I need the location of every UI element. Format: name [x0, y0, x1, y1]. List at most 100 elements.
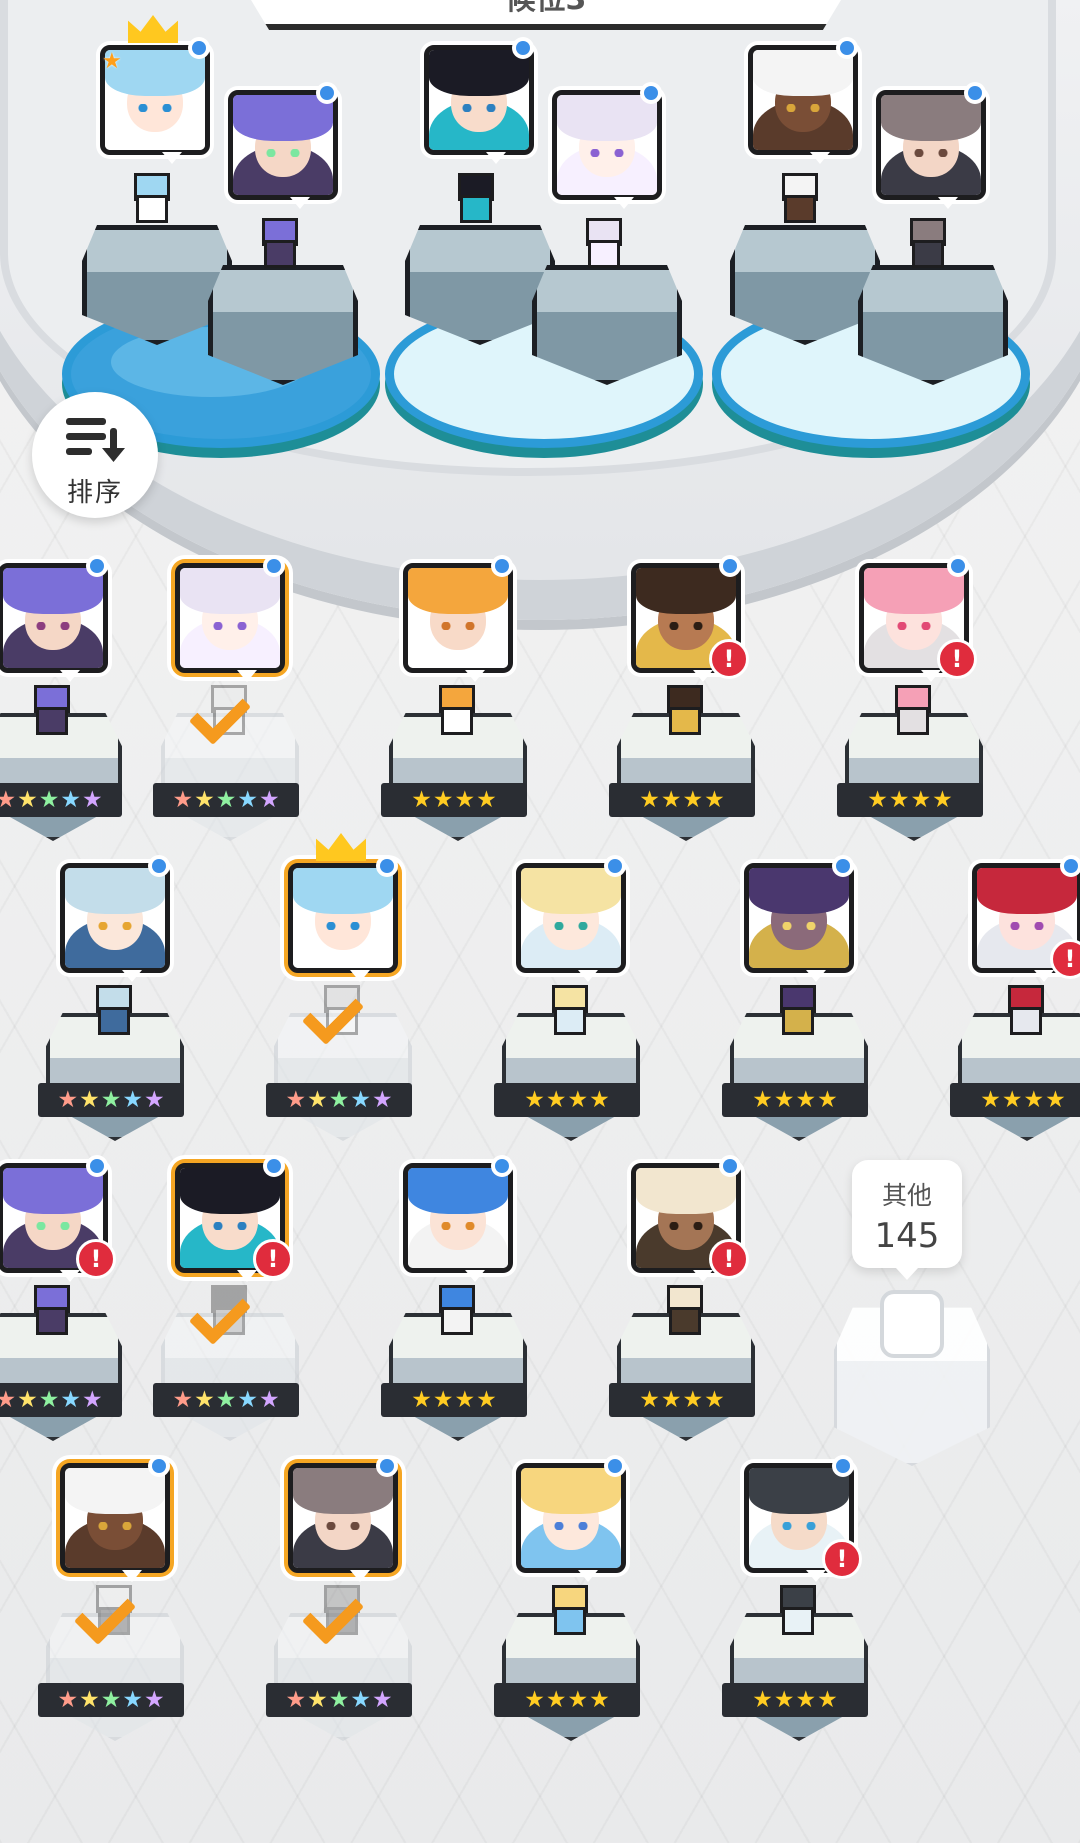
- hero-sprite: [772, 1585, 818, 1635]
- formation-hero-black-hair[interactable]: [424, 37, 564, 245]
- badge-dot: [491, 555, 513, 577]
- hero-hair: [881, 95, 981, 141]
- star-icon: ★: [795, 1687, 817, 1713]
- star-icon: ★: [589, 1687, 610, 1713]
- hero-card[interactable]: ! ★ ★ ★ ★: [722, 1455, 884, 1763]
- hero-card[interactable]: ★ ★ ★ ★ ★: [38, 855, 200, 1163]
- hero-eyes: [779, 922, 819, 930]
- alert-icon: !: [822, 1539, 862, 1579]
- badge-dot: [512, 37, 534, 59]
- portrait-tail: [290, 197, 310, 209]
- sprite-body: [460, 195, 492, 223]
- hero-portrait: [516, 863, 626, 973]
- star-icon: ★: [476, 787, 497, 813]
- badge-dot: [836, 37, 858, 59]
- sprite-body: [554, 1007, 586, 1035]
- hero-hair: [233, 95, 333, 141]
- formation-hero-white-hair-dark[interactable]: [748, 37, 888, 245]
- portrait-tail: [350, 1570, 370, 1582]
- hero-card[interactable]: ★ ★ ★ ★ ★: [38, 1455, 200, 1763]
- hero-hair: [521, 1468, 621, 1514]
- hero-card[interactable]: ! ★ ★ ★ ★ ★: [153, 1155, 315, 1463]
- hero-card[interactable]: ! ★ ★ ★ ★: [609, 555, 771, 863]
- hero-card[interactable]: ★ ★ ★ ★ ★: [266, 1455, 428, 1763]
- badge-dot: [86, 1155, 108, 1177]
- hero-eyes: [135, 104, 175, 112]
- alert-icon: !: [709, 1239, 749, 1279]
- hero-hair: [977, 868, 1077, 914]
- others-bubble[interactable]: 其他 145: [852, 1160, 962, 1280]
- sort-label: 排序: [66, 478, 123, 508]
- hero-eyes: [95, 1522, 135, 1530]
- hero-card[interactable]: ! ★ ★ ★ ★: [609, 1155, 771, 1463]
- star-rating: ★ ★ ★ ★ ★: [153, 783, 299, 817]
- leader-star-icon: ★: [102, 49, 122, 74]
- hero-eyes: [587, 149, 627, 157]
- sprite-body: [912, 240, 944, 268]
- formation-hero-purple-hair[interactable]: [228, 82, 368, 290]
- hero-card[interactable]: ★ ★ ★ ★: [381, 1155, 543, 1463]
- hero-sprite: [659, 1285, 705, 1335]
- sort-icon: [66, 418, 125, 462]
- hero-card[interactable]: ★ ★ ★ ★: [494, 855, 656, 1163]
- portrait-tail: [162, 152, 182, 164]
- star-icon: ★: [328, 1687, 350, 1713]
- portrait-tail: [578, 970, 598, 982]
- star-icon: ★: [371, 1687, 393, 1713]
- hero-eyes: [779, 1522, 819, 1530]
- hero-portrait: [228, 90, 338, 200]
- sprite-body: [588, 240, 620, 268]
- hero-card[interactable]: ★ ★ ★ ★: [381, 555, 543, 863]
- star-icon: ★: [285, 1087, 307, 1113]
- hero-portrait: [60, 1463, 170, 1573]
- star-icon: ★: [660, 1387, 682, 1413]
- star-icon: ★: [215, 1387, 237, 1413]
- hero-card[interactable]: ! ★ ★ ★ ★ ★: [0, 1155, 138, 1463]
- formation-hero-subaru-brown[interactable]: [876, 82, 1016, 290]
- hero-card[interactable]: ! ★ ★ ★ ★: [950, 855, 1080, 1163]
- sprite-body: [897, 707, 929, 735]
- star-rating: ★ ★ ★ ★ ★: [38, 1683, 184, 1717]
- top-tab-frame[interactable]: 候位3: [245, 0, 847, 30]
- hero-card[interactable]: ★ ★ ★ ★: [722, 855, 884, 1163]
- hero-hair: [3, 568, 103, 614]
- hero-card[interactable]: ★ ★ ★ ★ ★: [266, 833, 428, 1163]
- hero-card[interactable]: ! ★ ★ ★ ★: [837, 555, 999, 863]
- hero-eyes: [666, 622, 706, 630]
- hero-hair: [864, 568, 964, 614]
- badge-dot: [148, 1455, 170, 1477]
- alert-icon: !: [253, 1239, 293, 1279]
- hero-hair: [749, 868, 849, 914]
- hero-sprite: [1000, 985, 1046, 1035]
- star-icon: ★: [122, 1087, 143, 1113]
- star-icon: ★: [79, 1687, 100, 1713]
- sort-button[interactable]: 排序: [32, 392, 158, 518]
- star-icon: ★: [682, 787, 704, 813]
- formation-hero-emilia[interactable]: [552, 82, 692, 290]
- hero-card[interactable]: ★ ★ ★ ★: [494, 1455, 656, 1763]
- star-rating: ★ ★ ★ ★: [609, 783, 755, 817]
- hero-eyes: [323, 922, 363, 930]
- formation-hero-leader-rem[interactable]: ★: [100, 15, 240, 245]
- sprite-body: [441, 707, 473, 735]
- badge-dot: [316, 82, 338, 104]
- star-rating: ★ ★ ★ ★: [722, 1083, 868, 1117]
- star-icon: ★: [524, 1687, 545, 1713]
- hero-hair: [753, 50, 853, 96]
- star-icon: ★: [752, 1087, 773, 1113]
- alert-icon: !: [76, 1239, 116, 1279]
- badge-dot: [188, 37, 210, 59]
- hero-eyes: [210, 1222, 250, 1230]
- badge-dot: [263, 1155, 285, 1177]
- hero-card[interactable]: ★ ★ ★ ★ ★: [0, 555, 138, 863]
- hero-sprite: [774, 173, 820, 223]
- hero-hair: [557, 95, 657, 141]
- badge-dot: [640, 82, 662, 104]
- portrait-tail: [465, 670, 485, 682]
- sprite-body: [136, 195, 168, 223]
- hero-portrait: [748, 45, 858, 155]
- hero-card[interactable]: ★ ★ ★ ★ ★: [153, 555, 315, 863]
- alert-icon: !: [1050, 939, 1080, 979]
- sprite-body: [669, 1307, 701, 1335]
- hero-eyes: [459, 104, 499, 112]
